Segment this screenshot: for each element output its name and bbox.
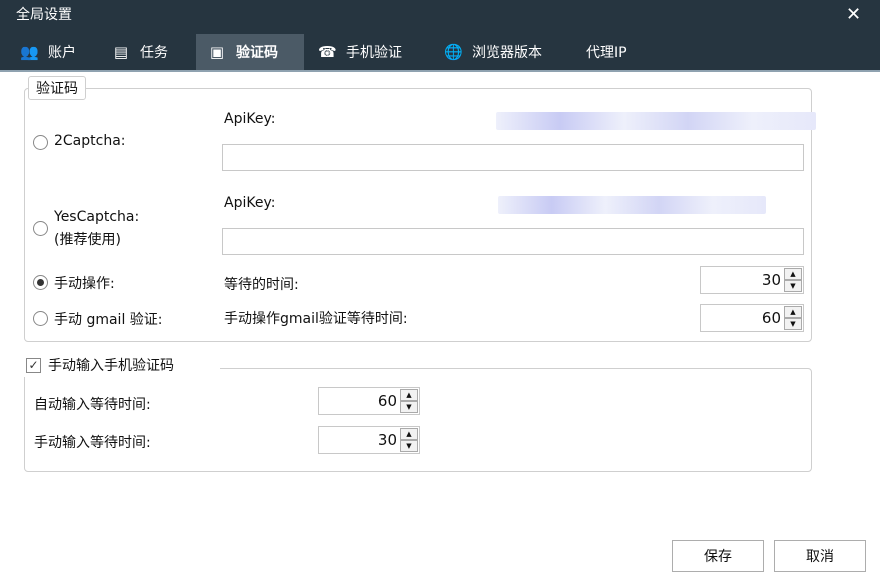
close-icon[interactable]: ✕	[846, 4, 861, 25]
title-bar: 全局设置 ✕	[0, 0, 880, 34]
tab-tasks[interactable]: ▤ 任务	[100, 34, 180, 70]
users-icon: 👥	[20, 43, 39, 61]
globe-icon: 🌐	[444, 43, 463, 61]
spin-value: 60	[377, 392, 397, 410]
spin-buttons: ▲ ▼	[784, 268, 802, 292]
list-icon: ▤	[113, 43, 129, 61]
label-apikey-yescaptcha: ApiKey:	[224, 195, 276, 211]
spin-down-icon[interactable]: ▼	[400, 401, 418, 413]
tab-proxy-ip[interactable]: 代理IP	[574, 34, 639, 70]
radio-manual[interactable]	[33, 275, 48, 290]
label-manual-wait: 等待的时间:	[224, 277, 299, 293]
id-card-icon: ▣	[209, 43, 225, 61]
spin-buttons: ▲ ▼	[784, 306, 802, 330]
label-yescaptcha-note: (推荐使用)	[54, 232, 121, 248]
manual-wait-spinbox[interactable]: 30 ▲ ▼	[700, 266, 804, 294]
spin-value: 30	[761, 271, 781, 289]
tab-divider	[0, 70, 880, 72]
save-button[interactable]: 保存	[672, 540, 764, 572]
radio-yescaptcha[interactable]	[33, 221, 48, 236]
label-2captcha: 2Captcha:	[54, 133, 126, 149]
radio-gmail[interactable]	[33, 311, 48, 326]
phone-manual-checkbox[interactable]: ✓	[26, 358, 41, 373]
label-apikey-2captcha: ApiKey:	[224, 111, 276, 127]
window-title: 全局设置	[16, 7, 72, 23]
spin-down-icon[interactable]: ▼	[784, 280, 802, 292]
spin-value: 30	[377, 431, 397, 449]
label-manual-input-wait: 手动输入等待时间:	[34, 435, 151, 451]
spin-up-icon[interactable]: ▲	[784, 306, 802, 318]
label-yescaptcha: YesCaptcha:	[54, 209, 140, 225]
2captcha-apikey-input[interactable]	[222, 144, 804, 171]
gmail-wait-spinbox[interactable]: 60 ▲ ▼	[700, 304, 804, 332]
label-auto-wait: 自动输入等待时间:	[34, 397, 151, 413]
tab-label: 代理IP	[586, 45, 627, 61]
phone-icon: ☎	[318, 43, 337, 61]
tab-phone-verify[interactable]: ☎ 手机验证	[306, 34, 414, 70]
label-gmail: 手动 gmail 验证:	[54, 312, 163, 328]
spin-up-icon[interactable]: ▲	[400, 389, 418, 401]
cancel-button[interactable]: 取消	[774, 540, 866, 572]
tab-bar: 👥 账户 ▤ 任务 ▣ 验证码 ☎ 手机验证 🌐 浏览器版本 代理IP	[0, 34, 880, 70]
tab-label: 账户	[48, 45, 76, 61]
redacted-url	[496, 112, 816, 130]
spin-value: 60	[761, 309, 781, 327]
tab-label: 验证码	[236, 45, 278, 61]
tab-captcha[interactable]: ▣ 验证码	[196, 34, 304, 70]
manual-input-wait-spinbox[interactable]: 30 ▲ ▼	[318, 426, 420, 454]
tab-label: 任务	[140, 45, 168, 61]
yescaptcha-apikey-input[interactable]	[222, 228, 804, 255]
spin-up-icon[interactable]: ▲	[400, 428, 418, 440]
tab-label: 浏览器版本	[472, 45, 542, 61]
captcha-group-title: 验证码	[28, 76, 86, 100]
label-phone-manual: 手动输入手机验证码	[48, 358, 174, 374]
redacted-key	[498, 196, 766, 214]
tab-label: 手机验证	[346, 45, 402, 61]
tab-accounts[interactable]: 👥 账户	[8, 34, 88, 70]
tab-browser-version[interactable]: 🌐 浏览器版本	[432, 34, 554, 70]
spin-down-icon[interactable]: ▼	[400, 440, 418, 452]
radio-2captcha[interactable]	[33, 135, 48, 150]
spin-down-icon[interactable]: ▼	[784, 318, 802, 330]
spin-buttons: ▲ ▼	[400, 428, 418, 452]
label-manual: 手动操作:	[54, 276, 115, 292]
spin-buttons: ▲ ▼	[400, 389, 418, 413]
auto-wait-spinbox[interactable]: 60 ▲ ▼	[318, 387, 420, 415]
spin-up-icon[interactable]: ▲	[784, 268, 802, 280]
label-gmail-wait: 手动操作gmail验证等待时间:	[224, 311, 408, 327]
phone-group	[24, 368, 812, 472]
